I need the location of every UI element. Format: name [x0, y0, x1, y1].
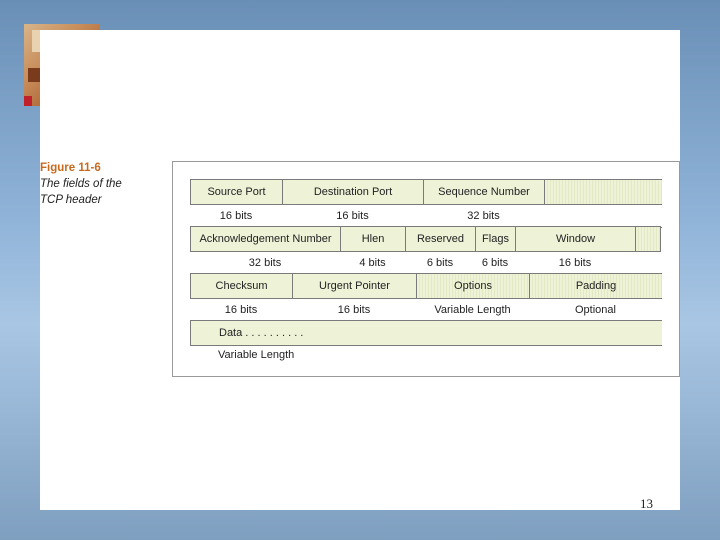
size-hlen: 4 bits	[359, 257, 386, 269]
size-sequence-continued	[544, 205, 662, 227]
field-options: Options	[416, 274, 529, 298]
field-window: Window	[515, 227, 635, 251]
figure-caption-line-1: The fields of the	[40, 178, 122, 190]
field-window-continued	[635, 227, 661, 251]
header-row-1: Source Port Destination Port Sequence Nu…	[190, 179, 662, 205]
size-destination-port: 16 bits	[336, 210, 369, 222]
field-acknowledgement-number: Acknowledgement Number	[190, 227, 340, 251]
size-window-continued	[635, 252, 661, 274]
field-urgent-pointer: Urgent Pointer	[292, 274, 416, 298]
size-checksum: 16 bits	[224, 304, 258, 316]
field-checksum: Checksum	[190, 274, 292, 298]
size-row-4: Variable Length	[190, 344, 662, 366]
field-sequence-number: Sequence Number	[423, 180, 544, 204]
field-hlen: Hlen	[340, 227, 405, 251]
field-data: Data . . . . . . . . . .	[190, 321, 662, 345]
size-row-3: 16 bits 16 bits Variable Length Optional	[190, 299, 662, 322]
size-data: Variable Length	[218, 349, 295, 361]
size-urgent-pointer: 16 bits	[337, 304, 371, 316]
size-reserved: 6 bits	[426, 257, 454, 269]
field-source-port: Source Port	[190, 180, 282, 204]
size-row-2: 32 bits 4 bits 6 bits 6 bits 16 bits	[190, 252, 661, 275]
size-flags: 6 bits	[481, 257, 509, 269]
header-row-3: Checksum Urgent Pointer Options Padding	[190, 273, 662, 299]
size-window: 16 bits	[558, 257, 592, 269]
size-row-1: 16 bits 16 bits 32 bits	[190, 205, 662, 228]
figure-caption: Figure 11-6 The fields of the TCP header	[40, 160, 158, 208]
field-destination-port: Destination Port	[282, 180, 423, 204]
page-number: 13	[640, 496, 653, 511]
figure-label: Figure 11-6	[40, 162, 101, 174]
size-source-port: 16 bits	[219, 210, 253, 222]
size-sequence-number: 32 bits	[467, 210, 500, 222]
header-row-4: Data . . . . . . . . . .	[190, 320, 662, 346]
figure-caption-line-2: TCP header	[40, 194, 102, 206]
size-options: Variable Length	[434, 304, 511, 316]
field-padding: Padding	[529, 274, 662, 298]
size-acknowledgement-number: 32 bits	[248, 257, 282, 269]
header-row-2: Acknowledgement Number Hlen Reserved Fla…	[190, 226, 661, 252]
tcp-header-diagram: Source Port Destination Port Sequence Nu…	[172, 161, 680, 377]
field-sequence-continued	[544, 180, 662, 204]
size-padding: Optional	[575, 304, 616, 316]
field-reserved: Reserved	[405, 227, 475, 251]
field-flags: Flags	[475, 227, 515, 251]
